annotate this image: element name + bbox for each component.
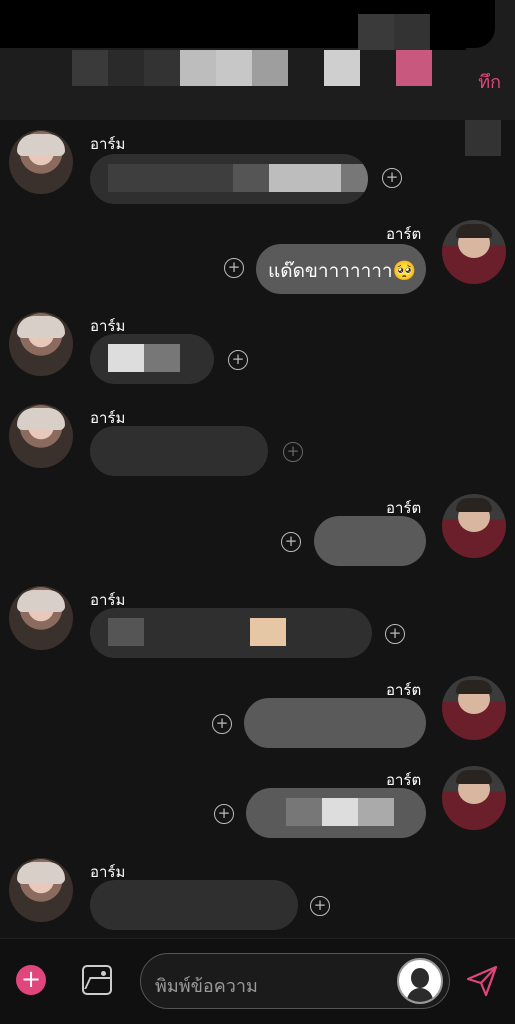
message-input[interactable]: พิมพ์ข้อความ: [140, 953, 450, 1009]
send-icon[interactable]: [466, 965, 498, 997]
redacted-block: [465, 120, 501, 156]
redacted-block: [269, 164, 341, 192]
redacted-block: [180, 50, 216, 86]
sender-name: อาร์ต: [386, 225, 422, 243]
header-strip-blocks: [358, 14, 466, 50]
react-plus-icon[interactable]: +: [281, 532, 301, 552]
message-bubble[interactable]: [90, 880, 298, 930]
react-plus-icon[interactable]: +: [283, 442, 303, 462]
avatar[interactable]: [9, 858, 73, 922]
avatar[interactable]: [442, 676, 506, 740]
redacted-block: [108, 50, 144, 86]
message-bubble[interactable]: [246, 788, 426, 838]
redacted-block: [360, 50, 396, 86]
redacted-block: [108, 618, 144, 646]
message-bubble[interactable]: แด๊ดขาาาาาาา🥺: [256, 244, 426, 294]
user-avatar-icon[interactable]: [397, 958, 443, 1004]
redacted-block: [233, 164, 269, 192]
redacted-block: [322, 798, 358, 826]
redacted-block: [324, 50, 360, 86]
avatar[interactable]: [9, 312, 73, 376]
redacted-block: [358, 798, 394, 826]
message-input-placeholder: พิมพ์ข้อความ: [155, 976, 258, 997]
react-plus-icon[interactable]: +: [214, 804, 234, 824]
react-plus-icon[interactable]: +: [382, 168, 402, 188]
redacted-block: [72, 50, 108, 86]
header-save-link[interactable]: ทึก: [478, 67, 501, 96]
react-plus-icon[interactable]: +: [310, 896, 330, 916]
redacted-block: [394, 14, 430, 50]
redacted-block: [286, 798, 322, 826]
react-plus-icon[interactable]: +: [224, 258, 244, 278]
message-bubble[interactable]: [90, 426, 268, 476]
redacted-block: [430, 14, 466, 50]
redacted-block: [250, 618, 286, 646]
redacted-block: [341, 164, 368, 192]
redacted-block: [108, 344, 144, 372]
avatar[interactable]: [442, 220, 506, 284]
avatar[interactable]: [9, 130, 73, 194]
message-bubble[interactable]: [90, 154, 368, 204]
redacted-block: [216, 50, 252, 86]
react-plus-icon[interactable]: +: [385, 624, 405, 644]
redacted-block: [144, 50, 180, 86]
message-bubble[interactable]: [244, 698, 426, 748]
image-icon[interactable]: [82, 965, 112, 995]
redacted-block: [288, 50, 324, 86]
avatar[interactable]: [9, 586, 73, 650]
message-bubble[interactable]: [90, 334, 214, 384]
redacted-block: [252, 50, 288, 86]
header-title-redacted: [72, 50, 432, 86]
message-bubble[interactable]: [90, 608, 372, 658]
sender-name: อาร์ม: [90, 135, 126, 153]
chat-header: ทึก: [0, 0, 515, 120]
react-plus-icon[interactable]: +: [228, 350, 248, 370]
redacted-block: [108, 164, 233, 192]
redacted-block: [144, 344, 180, 372]
react-plus-icon[interactable]: +: [212, 714, 232, 734]
avatar[interactable]: [442, 494, 506, 558]
composer-bar: + พิมพ์ข้อความ: [0, 938, 515, 1024]
plus-icon[interactable]: +: [16, 965, 46, 995]
avatar[interactable]: [9, 404, 73, 468]
message-bubble[interactable]: [314, 516, 426, 566]
redacted-block: [358, 14, 394, 50]
message-text: แด๊ดขาาาาาาา🥺: [268, 260, 417, 282]
redacted-block: [396, 50, 432, 86]
avatar[interactable]: [442, 766, 506, 830]
